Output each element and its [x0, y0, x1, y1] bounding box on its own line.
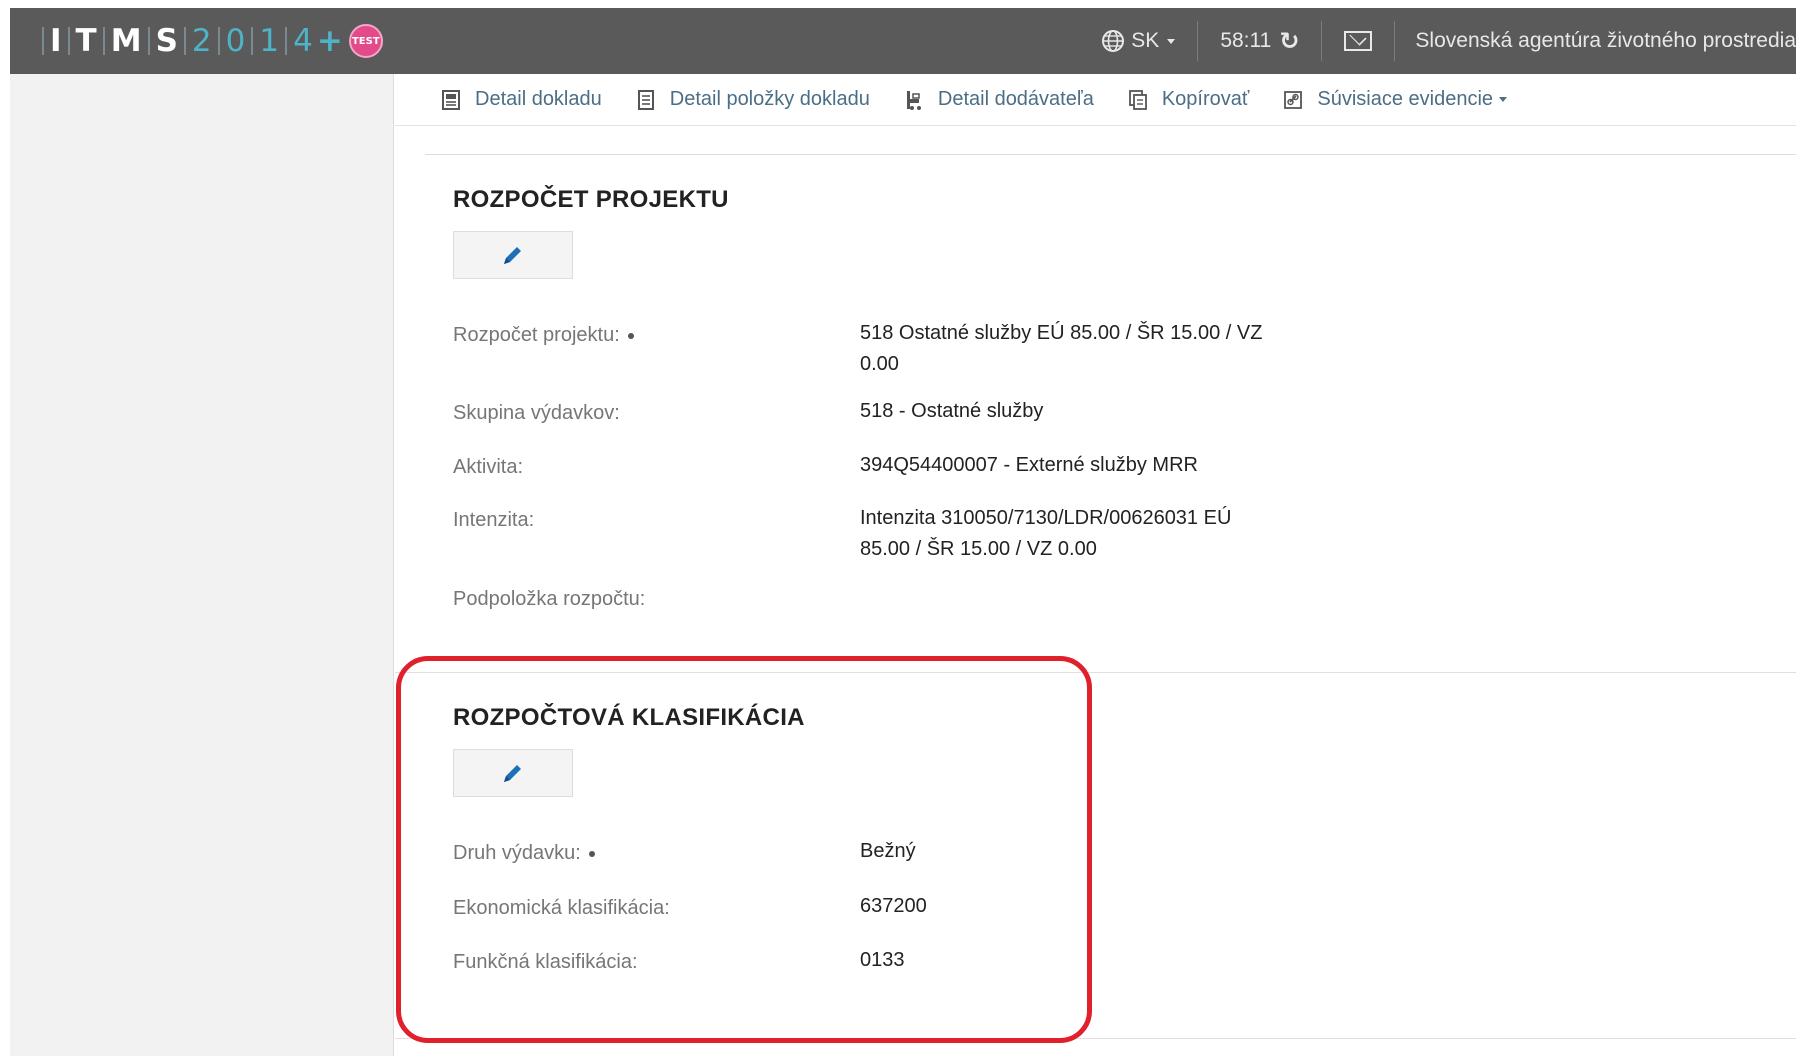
- itms-logo[interactable]: I T M S 2 0 1 4 + TEST: [10, 8, 383, 74]
- language-label: SK: [1131, 29, 1160, 52]
- value-line: 85.00 / ŠR 15.00 / VZ 0.00: [860, 538, 1097, 560]
- pencil-icon: [504, 247, 521, 264]
- session-timer[interactable]: 58:11 ↻: [1198, 8, 1321, 74]
- value-line: Intenzita 310050/7130/LDR/00626031 EÚ: [860, 507, 1232, 529]
- logo-letter: I: [50, 23, 62, 59]
- logo-separator: [147, 27, 150, 55]
- suvisiace-evidencie-dropdown[interactable]: Súvisiace evidencie: [1283, 88, 1508, 111]
- field-label-aktivita: Aktivita:: [453, 456, 524, 478]
- tool-label: Súvisiace evidencie: [1317, 88, 1494, 110]
- copy-icon: [1128, 89, 1147, 110]
- highlight-annotation: [396, 656, 1092, 1043]
- logo-digit: 4: [293, 23, 313, 59]
- logo-separator: [217, 27, 220, 55]
- field-value-intenzita: Intenzita 310050/7130/LDR/00626031 EÚ 85…: [860, 503, 1320, 565]
- language-selector[interactable]: SK: [1079, 8, 1197, 74]
- field-label-rozpocet-projektu: Rozpočet projektu:: [453, 324, 634, 347]
- logo-separator: [285, 27, 288, 55]
- label-text: Rozpočet projektu:: [453, 324, 620, 346]
- kopirovat-button[interactable]: Kopírovať: [1128, 88, 1250, 111]
- logo-digit: 2: [191, 23, 212, 59]
- logo-separator: [251, 27, 254, 55]
- test-badge: TEST: [348, 24, 383, 58]
- logo-letter: S: [155, 23, 178, 59]
- required-indicator: [627, 332, 634, 339]
- timer-value: 58:11: [1220, 29, 1272, 52]
- link-icon: [1284, 90, 1303, 109]
- logo-plus: +: [316, 23, 343, 59]
- detail-polozky-dokladu-button[interactable]: Detail položky dokladu: [636, 88, 870, 111]
- organization-name[interactable]: Slovenská agentúra životného prostredia: [1395, 29, 1796, 53]
- logo-letter: T: [75, 23, 97, 59]
- top-bar: I T M S 2 0 1 4 + TEST SK 58:11 ↻ Sloven…: [10, 8, 1796, 74]
- section-title-budget: ROZPOČET PROJEKTU: [453, 186, 729, 213]
- detail-dokladu-button[interactable]: Detail dokladu: [441, 88, 602, 111]
- tool-label: Detail položky dokladu: [669, 88, 870, 110]
- logo-separator: [102, 27, 105, 55]
- refresh-icon[interactable]: ↻: [1279, 27, 1299, 56]
- field-value-aktivita: 394Q54400007 - Externé služby MRR: [860, 454, 1198, 476]
- chevron-down-icon: [1499, 97, 1508, 102]
- tool-label: Kopírovať: [1161, 88, 1250, 110]
- list-document-icon: [637, 89, 654, 110]
- tool-label: Detail dokladu: [475, 88, 602, 110]
- action-toolbar: Detail dokladu Detail položky dokladu De…: [395, 74, 1796, 126]
- chevron-down-icon: [1167, 38, 1176, 44]
- edit-budget-button[interactable]: [453, 231, 573, 279]
- messages-button[interactable]: [1322, 8, 1394, 74]
- topbar-right: SK 58:11 ↻ Slovenská agentúra životného …: [1079, 8, 1796, 74]
- logo-digit: 0: [225, 23, 246, 59]
- value-line: 0.00: [860, 353, 899, 375]
- field-value-skupina-vydavkov: 518 - Ostatné služby: [860, 400, 1044, 422]
- detail-dodavatela-button[interactable]: Detail dodávateľa: [904, 88, 1094, 111]
- tool-label: Detail dodávateľa: [937, 88, 1094, 110]
- envelope-icon: [1344, 31, 1373, 51]
- left-sidebar: [10, 74, 394, 1056]
- logo-digit: 1: [259, 23, 280, 59]
- value-line: 518 Ostatné služby EÚ 85.00 / ŠR 15.00 /…: [860, 322, 1263, 344]
- logo-letter: M: [110, 23, 142, 59]
- field-value-rozpocet-projektu: 518 Ostatné služby EÚ 85.00 / ŠR 15.00 /…: [860, 318, 1320, 380]
- logo-separator: [42, 27, 44, 55]
- field-label-intenzita: Intenzita:: [453, 509, 535, 531]
- logo-separator: [67, 27, 70, 55]
- divider: [425, 154, 1796, 155]
- field-label-skupina-vydavkov: Skupina výdavkov:: [453, 402, 620, 424]
- supplier-icon: [906, 90, 921, 110]
- logo-separator: [183, 27, 186, 55]
- document-icon: [442, 89, 460, 110]
- field-label-podpolozka-rozpoctu: Podpoložka rozpočtu:: [453, 588, 646, 610]
- globe-icon: [1102, 30, 1125, 52]
